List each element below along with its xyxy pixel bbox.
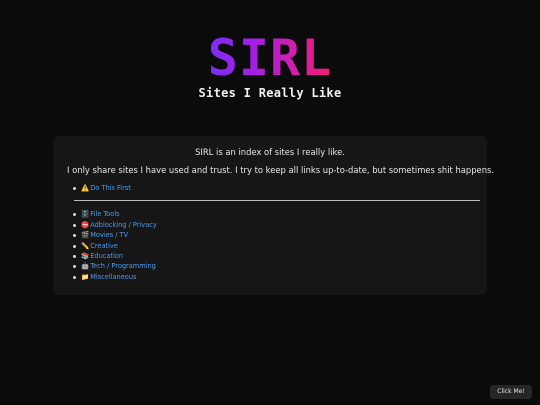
robot-icon: 🤖	[81, 262, 90, 271]
link-movies-tv[interactable]: Movies / TV	[90, 231, 128, 239]
list-item-miscellaneous: 📁Miscellaneous	[73, 272, 473, 282]
site-header: SIRL Sites I Really Like	[0, 33, 540, 100]
list-item-tech-programming: 🤖Tech / Programming	[73, 261, 473, 271]
file-cabinet-icon: 🗄️	[81, 210, 90, 219]
site-logo[interactable]: SIRL	[208, 33, 332, 83]
list-item-adblocking-privacy: ⛔Adblocking / Privacy	[73, 220, 473, 230]
list-item-movies-tv: 🎬Movies / TV	[73, 230, 473, 240]
link-adblocking-privacy[interactable]: Adblocking / Privacy	[90, 221, 157, 229]
list-item-do-this-first: ⚠️Do This First	[73, 183, 473, 193]
clapperboard-icon: 🎬	[81, 231, 90, 240]
link-do-this-first[interactable]: Do This First	[90, 184, 131, 192]
list-item-creative: ✏️Creative	[73, 241, 473, 251]
divider	[74, 200, 480, 202]
list-item-file-tools: 🗄️File Tools	[73, 209, 473, 219]
warning-icon: ⚠️	[81, 184, 90, 192]
list-item-education: 📚Education	[73, 251, 473, 261]
intro-text: SIRL is an index of sites I really like.	[195, 147, 345, 157]
click-me-button[interactable]: Click Me!	[490, 385, 532, 399]
link-tech-programming[interactable]: Tech / Programming	[90, 262, 156, 270]
description-text: I only share sites I have used and trust…	[67, 165, 495, 175]
link-miscellaneous[interactable]: Miscellaneous	[90, 273, 136, 281]
link-file-tools[interactable]: File Tools	[90, 210, 119, 218]
content-card: SIRL is an index of sites I really like.…	[53, 136, 495, 295]
link-education[interactable]: Education	[90, 252, 123, 260]
folder-icon: 📁	[81, 272, 90, 281]
pencil-icon: ✏️	[81, 241, 90, 250]
no-entry-icon: ⛔	[81, 220, 90, 229]
page: SIRL Sites I Really Like SIRL is an inde…	[0, 0, 540, 405]
site-tagline: Sites I Really Like	[198, 86, 342, 100]
first-link-list: ⚠️Do This First	[73, 183, 473, 193]
link-creative[interactable]: Creative	[90, 242, 118, 250]
category-list: 🗄️File Tools ⛔Adblocking / Privacy 🎬Movi…	[73, 209, 473, 282]
books-icon: 📚	[81, 252, 90, 261]
